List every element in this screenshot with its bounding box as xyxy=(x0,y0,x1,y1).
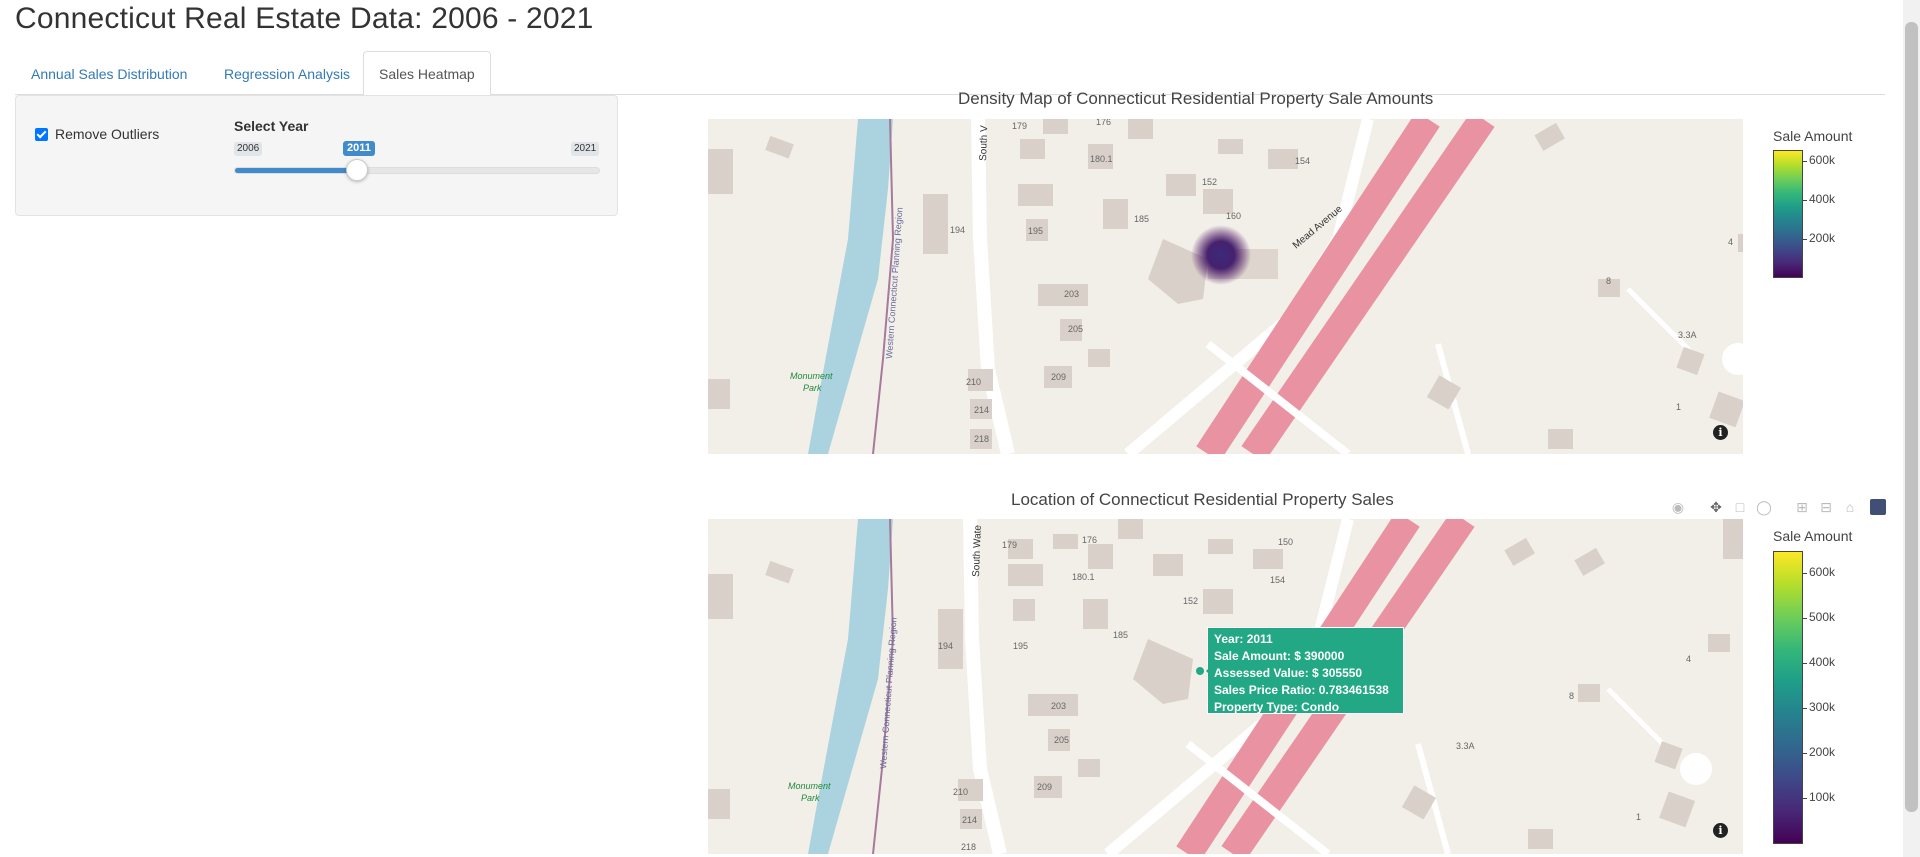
density-colorbar-tick: 600k xyxy=(1802,153,1836,167)
house-number: 1 xyxy=(1676,402,1681,412)
pan-icon[interactable]: ✥ xyxy=(1706,497,1726,517)
map-info-icon[interactable]: i xyxy=(1713,823,1728,838)
remove-outliers-label: Remove Outliers xyxy=(55,126,160,142)
slider-min-label: 2006 xyxy=(234,142,263,156)
slider-value-label: 2011 xyxy=(343,141,375,156)
house-number: 214 xyxy=(962,815,977,825)
house-number: 4 xyxy=(1686,654,1691,664)
scatter-colorbar-tick: 600k xyxy=(1802,565,1836,579)
zoom-out-icon[interactable]: ⊟ xyxy=(1816,497,1836,517)
plotly-logo-icon[interactable] xyxy=(1870,499,1886,515)
house-number: 194 xyxy=(950,225,965,235)
house-number: 150 xyxy=(1278,537,1293,547)
density-colorbar-title: Sale Amount xyxy=(1773,128,1853,144)
map-label-park: Park xyxy=(803,383,822,393)
scatter-colorbar-tick: 300k xyxy=(1802,700,1836,714)
hover-tooltip: Year: 2011 Sale Amount: $ 390000 Assesse… xyxy=(1206,627,1404,714)
house-number: 210 xyxy=(966,377,981,387)
house-number: 185 xyxy=(1113,630,1128,640)
density-colorbar-tick: 200k xyxy=(1802,231,1836,245)
year-slider-track[interactable] xyxy=(234,167,600,174)
house-number: 209 xyxy=(1051,372,1066,382)
house-number: 152 xyxy=(1202,177,1217,187)
house-number: 214 xyxy=(974,405,989,415)
scatter-colorbar-tick: 100k xyxy=(1802,790,1836,804)
map-label-region: Western Connecticut Planning Region xyxy=(884,207,905,359)
tab-sales-heatmap[interactable]: Sales Heatmap xyxy=(363,51,491,96)
map-info-icon[interactable]: i xyxy=(1713,425,1728,440)
house-number: 160 xyxy=(1226,211,1241,221)
house-number: 179 xyxy=(1012,121,1027,131)
tooltip-assessed-value: Assessed Value: $ 305550 xyxy=(1214,666,1363,680)
tab-regression-analysis[interactable]: Regression Analysis xyxy=(208,51,366,95)
tooltip-ratio: Sales Price Ratio: 0.783461538 xyxy=(1214,683,1389,697)
lasso-icon[interactable]: ◯ xyxy=(1754,497,1774,517)
house-number: 154 xyxy=(1270,575,1285,585)
map-label-park: Park xyxy=(801,793,820,803)
scrollbar-thumb[interactable] xyxy=(1905,22,1918,812)
scatter-colorbar xyxy=(1773,551,1803,844)
remove-outliers-control[interactable]: Remove Outliers xyxy=(35,126,159,142)
house-number: 4 xyxy=(1728,237,1733,247)
house-number: 1 xyxy=(1636,812,1641,822)
density-map-title: Density Map of Connecticut Residential P… xyxy=(958,89,1434,108)
house-number: 194 xyxy=(938,641,953,651)
house-number: 205 xyxy=(1068,324,1083,334)
reset-icon[interactable]: ⌂ xyxy=(1840,497,1860,517)
house-number: 8 xyxy=(1606,276,1611,286)
scatter-colorbar-tick: 200k xyxy=(1802,745,1836,759)
map-label-monument: Monument xyxy=(788,781,831,791)
density-map-tiles: Monument Park Western Connecticut Planni… xyxy=(708,119,1743,454)
tooltip-property-type: Property Type: Condo xyxy=(1214,700,1340,714)
density-colorbar-tick: 400k xyxy=(1802,192,1836,206)
tab-bar: Annual Sales Distribution Regression Ana… xyxy=(15,51,1885,96)
map-label-south-v: South V xyxy=(978,125,990,161)
house-number: 180.1 xyxy=(1072,572,1095,582)
scatter-colorbar-title: Sale Amount xyxy=(1773,528,1853,544)
year-slider-handle[interactable] xyxy=(346,159,368,181)
map-label-monument: Monument xyxy=(790,371,833,381)
house-number: 179 xyxy=(1002,540,1017,550)
house-number: 195 xyxy=(1013,641,1028,651)
camera-icon[interactable]: ◉ xyxy=(1668,497,1688,517)
tooltip-sale-amount: Sale Amount: $ 390000 xyxy=(1214,649,1345,663)
house-number: 3.3A xyxy=(1678,330,1697,340)
house-number: 8 xyxy=(1569,691,1574,701)
house-number: 195 xyxy=(1028,226,1043,236)
density-map[interactable]: Monument Park Western Connecticut Planni… xyxy=(708,119,1743,454)
scatter-map-title: Location of Connecticut Residential Prop… xyxy=(1011,490,1394,509)
house-number: 185 xyxy=(1134,214,1149,224)
house-number: 180.1 xyxy=(1090,154,1113,164)
page-scrollbar[interactable] xyxy=(1903,0,1920,857)
zoom-in-icon[interactable]: ⊞ xyxy=(1792,497,1812,517)
density-colorbar xyxy=(1773,150,1803,278)
scatter-colorbar-tick: 400k xyxy=(1802,655,1836,669)
house-number: 154 xyxy=(1295,156,1310,166)
house-number: 218 xyxy=(961,842,976,852)
slider-max-label: 2021 xyxy=(571,142,600,156)
remove-outliers-checkbox[interactable] xyxy=(35,127,48,141)
plot-modebar: ◉ ✥ □ ◯ ⊞ ⊟ ⌂ xyxy=(1668,497,1886,517)
tab-annual-sales-distribution[interactable]: Annual Sales Distribution xyxy=(15,51,203,95)
house-number: 205 xyxy=(1054,735,1069,745)
sidebar-panel: Remove Outliers Select Year 2006 2011 20… xyxy=(15,95,618,216)
house-number: 3.3A xyxy=(1456,741,1475,751)
house-number: 210 xyxy=(953,787,968,797)
house-number: 203 xyxy=(1064,289,1079,299)
house-number: 176 xyxy=(1082,535,1097,545)
box-select-icon[interactable]: □ xyxy=(1730,497,1750,517)
house-number: 152 xyxy=(1183,596,1198,606)
house-number: 209 xyxy=(1037,782,1052,792)
tooltip-year: Year: 2011 xyxy=(1214,632,1273,646)
scatter-colorbar-tick: 500k xyxy=(1802,610,1836,624)
year-slider-fill xyxy=(235,168,351,173)
page-title: Connecticut Real Estate Data: 2006 - 202… xyxy=(15,2,594,35)
house-number: 176 xyxy=(1096,119,1111,127)
select-year-label: Select Year xyxy=(234,118,309,134)
house-number: 203 xyxy=(1051,701,1066,711)
house-number: 218 xyxy=(974,434,989,444)
map-label-south-water: South Wate xyxy=(971,524,984,577)
